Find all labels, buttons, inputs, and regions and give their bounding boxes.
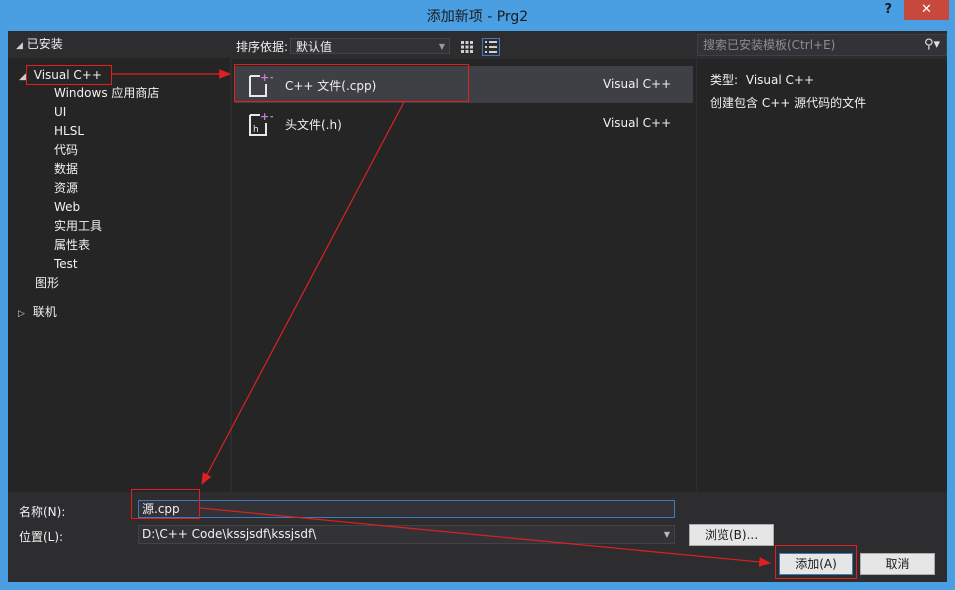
add-new-item-dialog: 添加新项 - Prg2 ? ✕ ◢ 已安装 ◢ Visual C++ Windo… [0,0,955,590]
arrow-template-to-name [201,101,405,486]
arrow-name-to-add [199,507,772,567]
annotation-arrows [112,69,772,567]
